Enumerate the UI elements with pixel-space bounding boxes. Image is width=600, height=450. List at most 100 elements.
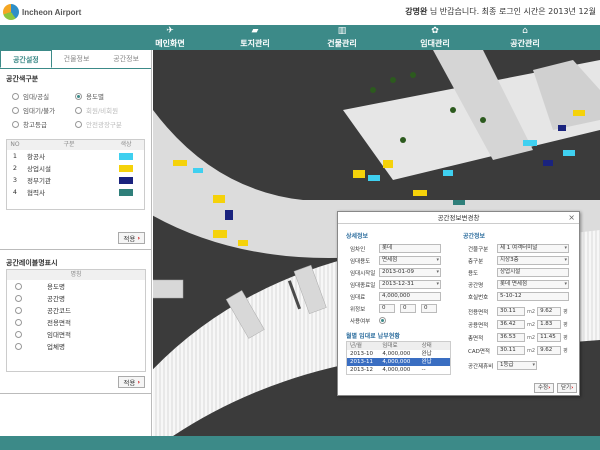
radio-dot [15, 306, 22, 314]
radio-by-usage[interactable]: 용도별 [75, 91, 145, 101]
edit-button[interactable]: 수정› [534, 383, 555, 393]
field-space-name: 공간명 롯데 면세점 ▾ [468, 280, 569, 289]
gear-icon: ✿ [431, 25, 439, 36]
area-m2-input[interactable]: 36.42 [497, 320, 525, 329]
space-name-select[interactable]: 롯데 면세점 ▾ [497, 280, 569, 289]
radio-dot-selected [379, 317, 386, 324]
nav-space[interactable]: ⌂ 공간관리 [480, 25, 570, 50]
usage-input[interactable]: 상업시설 [497, 268, 569, 277]
position-input-2[interactable]: 0 [400, 304, 416, 313]
plane-icon: ✈ [166, 25, 174, 36]
space-edit-dialog: 공간정보변경창 × 상세정보 공간정보 임차인 롯데 임대용도 면세점 ▾ 임대시… [337, 211, 580, 396]
radio-dot [15, 294, 22, 302]
divider [0, 393, 152, 394]
radio-lease-available[interactable]: 임대기/불가 [12, 105, 75, 115]
main-nav: ✈ 메인화면 ▰ 토지관리 ▥ 건물관리 ✿ 임대관리 ⌂ 공간관리 [0, 25, 600, 50]
position-input-3[interactable]: 0 [421, 304, 437, 313]
area-py-input[interactable]: 1.83 [537, 320, 562, 329]
legend-row[interactable]: 2 상업시설 [7, 162, 144, 174]
radio-dot [12, 106, 19, 114]
field-exclusive-area: 전용면적 30.11 m2 9.62 평 [468, 307, 568, 316]
detail-section-title: 상세정보 [346, 233, 369, 240]
area-m2-input[interactable]: 36.53 [497, 333, 525, 342]
field-grade: 공간제휴비 1등급 ▾ [468, 361, 537, 370]
nav-main[interactable]: ✈ 메인화면 [125, 25, 215, 50]
lease-end-date[interactable]: 2013-12-31 ▾ [379, 280, 441, 289]
legend-row[interactable]: 3 정부기관 [7, 174, 144, 186]
field-tenant: 임차인 롯데 [350, 244, 441, 253]
tenant-input[interactable]: 롯데 [379, 244, 441, 253]
color-mode-radios: 임대/공실 용도별 임대기/불가 회원/비회원 창고등급 안전광장구분 [0, 89, 151, 131]
label-option[interactable]: 전용면적 [7, 316, 145, 328]
label-option[interactable]: 공간명 [7, 292, 145, 304]
legend-header: NO 구분 색상 [7, 140, 144, 150]
left-tabs: 공간설정 건물정보 공간정보 [0, 50, 151, 69]
color-swatch[interactable] [119, 176, 133, 184]
color-swatch[interactable] [119, 164, 133, 172]
welcome-text: 님 반갑습니다. 최종 로그인 시간은 2013년 12월 [427, 7, 596, 16]
legend-row[interactable]: 4 협력사 [7, 186, 144, 198]
radio-warehouse-grade[interactable]: 창고등급 [12, 119, 75, 129]
payment-history-table: 년/월 임대료 상태 2013-10 4,000,000 완납 2013-11 … [346, 341, 451, 375]
position-input-1[interactable]: 0 [379, 304, 395, 313]
building-select[interactable]: 제 1 여객터미널 ▾ [497, 244, 569, 253]
radio-dot-selected [75, 92, 82, 100]
grade-select[interactable]: 1등급 ▾ [497, 361, 537, 370]
lease-start-date[interactable]: 2013-01-09 ▾ [379, 268, 441, 277]
color-swatch[interactable] [119, 152, 133, 160]
label-list-header: 명칭 [7, 270, 145, 280]
field-room-number: 호실번호 5-10-12 [468, 292, 569, 301]
chevron-down-icon: ▾ [532, 362, 535, 368]
color-swatch[interactable] [119, 188, 133, 196]
field-lease-end: 임대종료일 2013-12-31 ▾ [350, 280, 441, 289]
table-row[interactable]: 2013-10 4,000,000 완납 [347, 350, 450, 358]
chevron-down-icon: ▾ [564, 281, 567, 287]
field-usage-flag: 사용여부 [350, 316, 386, 325]
arrow-right-icon: › [137, 378, 140, 386]
label-display-list: 명칭 용도명 공간명 공간코드 전용면적 임대면적 업체명 [6, 269, 146, 372]
field-common-area: 공용면적 36.42 m2 1.83 평 [468, 320, 568, 329]
radio-lease-vacancy[interactable]: 임대/공실 [12, 91, 75, 101]
radio-safety[interactable]: 안전광장구분 [75, 119, 145, 129]
apply-color-button[interactable]: 적용 › [118, 232, 145, 244]
nav-land[interactable]: ▰ 토지관리 [210, 25, 300, 50]
field-usage: 용도 상업시설 [468, 268, 569, 277]
close-icon[interactable]: × [568, 212, 575, 224]
logo[interactable]: Incheon Airport [3, 3, 81, 21]
field-lease-usage: 임대용도 면세점 ▾ [350, 256, 441, 265]
rent-input[interactable]: 4,000,000 [379, 292, 441, 301]
area-py-input[interactable]: 9.62 [537, 346, 562, 355]
radio-member[interactable]: 회원/비회원 [75, 105, 145, 115]
arrow-right-icon: › [137, 234, 140, 242]
room-number-input[interactable]: 5-10-12 [497, 292, 569, 301]
color-legend-table: NO 구분 색상 1 항공사 2 상업시설 3 정부기관 4 협력사 [6, 139, 145, 210]
area-py-input[interactable]: 9.62 [537, 307, 562, 316]
nav-lease[interactable]: ✿ 임대관리 [390, 25, 480, 50]
label-option[interactable]: 임대면적 [7, 328, 145, 340]
field-position: 위정보 0 0 0 [350, 304, 437, 313]
tab-building-info[interactable]: 건물정보 [52, 50, 102, 68]
nav-building[interactable]: ▥ 건물관리 [297, 25, 387, 50]
close-button[interactable]: 닫기› [557, 383, 578, 393]
label-option[interactable]: 공간코드 [7, 304, 145, 316]
area-m2-input[interactable]: 30.11 [497, 307, 525, 316]
table-row-selected[interactable]: 2013-11 4,000,000 완납 [347, 358, 450, 366]
airport-logo-icon [3, 4, 19, 20]
label-option[interactable]: 용도명 [7, 280, 145, 292]
usage-radio[interactable] [379, 317, 386, 324]
field-cad-area: CAD면적 30.11 m2 9.62 평 [468, 346, 568, 355]
label-option[interactable]: 업체명 [7, 340, 145, 352]
area-py-input[interactable]: 11.45 [537, 333, 562, 342]
apply-label-button[interactable]: 적용 › [118, 376, 145, 388]
calendar-icon: ▾ [436, 269, 439, 275]
radio-dot [12, 120, 19, 128]
table-row[interactable]: 2013-12 4,000,000 -- [347, 366, 450, 374]
footer-bar [0, 436, 600, 450]
tab-space-info[interactable]: 공간정보 [101, 50, 151, 68]
lease-usage-select[interactable]: 면세점 ▾ [379, 256, 441, 265]
field-rent: 임대료 4,000,000 [350, 292, 441, 301]
legend-row[interactable]: 1 항공사 [7, 150, 144, 162]
area-m2-input[interactable]: 30.11 [497, 346, 525, 355]
tab-space-settings[interactable]: 공간설정 [0, 50, 52, 68]
floor-select[interactable]: 지상3층 ▾ [497, 256, 569, 265]
